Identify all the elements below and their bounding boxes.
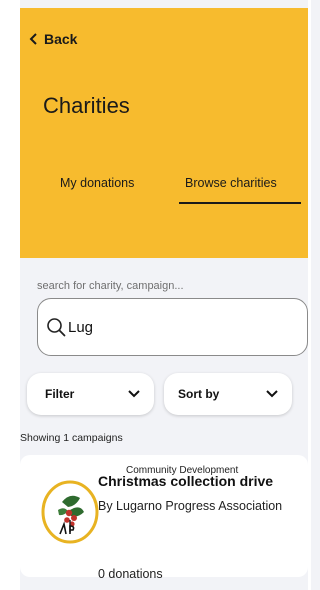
campaign-title: Christmas collection drive bbox=[98, 473, 274, 489]
tab-browse-charities[interactable]: Browse charities bbox=[185, 176, 277, 190]
results-summary: Showing 1 campaigns bbox=[20, 432, 123, 444]
active-tab-indicator bbox=[179, 202, 301, 204]
left-margin bbox=[0, 0, 20, 590]
campaign-card[interactable]: Community Development Christmas collecti… bbox=[20, 455, 308, 577]
campaign-organization: By Lugarno Progress Association bbox=[98, 499, 283, 513]
search-value: Lug bbox=[68, 318, 94, 336]
lugarno-progress-logo-icon bbox=[41, 480, 99, 544]
search-input[interactable]: Lug bbox=[37, 298, 308, 356]
chevron-down-icon bbox=[128, 390, 140, 398]
filter-button[interactable]: Filter bbox=[27, 373, 154, 415]
sort-button[interactable]: Sort by bbox=[164, 373, 292, 415]
sort-label: Sort by bbox=[178, 387, 220, 401]
chevron-down-icon bbox=[266, 390, 278, 398]
search-icon bbox=[47, 318, 66, 337]
right-margin bbox=[308, 0, 311, 590]
campaign-donations: 0 donations bbox=[98, 567, 163, 581]
back-button[interactable]: Back bbox=[29, 31, 77, 47]
tab-my-donations[interactable]: My donations bbox=[60, 176, 134, 190]
search-hint: search for charity, campaign... bbox=[37, 280, 184, 292]
page-header: Back Charities My donations Browse chari… bbox=[20, 8, 308, 258]
back-label: Back bbox=[44, 31, 78, 47]
main-content: search for charity, campaign... Lug Filt… bbox=[20, 258, 308, 590]
page-title: Charities bbox=[43, 93, 130, 118]
filter-label: Filter bbox=[45, 387, 75, 401]
tab-bar: My donations Browse charities bbox=[20, 176, 308, 216]
chevron-left-icon bbox=[29, 33, 37, 45]
